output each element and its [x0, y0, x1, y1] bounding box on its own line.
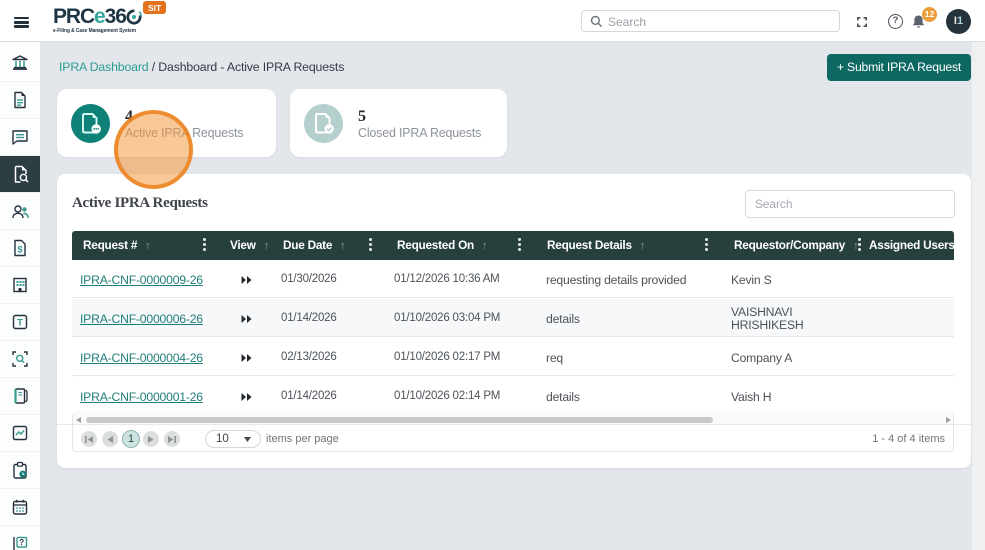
svg-text:T: T [17, 318, 23, 329]
svg-text:?: ? [19, 538, 24, 547]
svg-text:$: $ [17, 244, 22, 254]
